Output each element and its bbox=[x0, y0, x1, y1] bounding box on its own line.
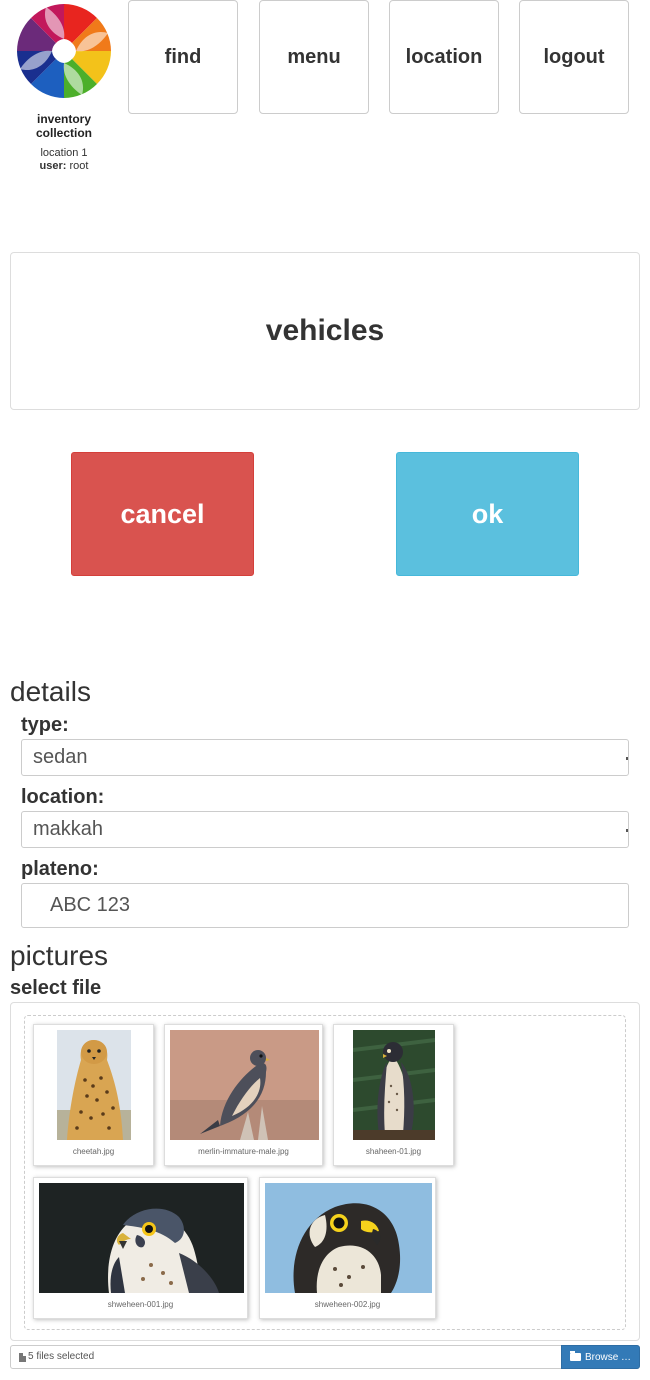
plateno-label: plateno: bbox=[21, 858, 99, 880]
file-thumbnail[interactable]: shweheen-002.jpg bbox=[259, 1177, 436, 1319]
falcon-image bbox=[39, 1183, 244, 1293]
file-thumbnail[interactable]: shaheen-01.jpg bbox=[333, 1024, 454, 1166]
file-icon bbox=[19, 1352, 26, 1362]
file-name: merlin-immature-male.jpg bbox=[198, 1147, 289, 1156]
files-selected-text: 5 files selected bbox=[28, 1351, 95, 1362]
file-drop-zone[interactable]: cheetah.jpg merlin-immature-male.jpg sha… bbox=[24, 1015, 626, 1330]
app-logo-icon bbox=[17, 4, 111, 98]
file-preview-frame: cheetah.jpg merlin-immature-male.jpg sha… bbox=[10, 1002, 640, 1341]
location-button[interactable]: location bbox=[389, 0, 499, 114]
file-name: shaheen-01.jpg bbox=[365, 1147, 422, 1156]
find-button[interactable]: find bbox=[128, 0, 238, 114]
merlin-image bbox=[170, 1030, 319, 1140]
location-label: location: bbox=[21, 786, 105, 808]
logout-button[interactable]: logout bbox=[519, 0, 629, 114]
cheetah-image bbox=[57, 1030, 131, 1140]
pictures-heading: pictures bbox=[10, 940, 109, 971]
plateno-input[interactable]: ABC 123 bbox=[21, 883, 629, 928]
app-title: inventory collection bbox=[35, 112, 92, 140]
user-value: root bbox=[69, 160, 89, 172]
file-name: shweheen-002.jpg bbox=[314, 1300, 381, 1309]
file-thumbnail[interactable]: merlin-immature-male.jpg bbox=[164, 1024, 323, 1166]
type-select[interactable]: sedan bbox=[21, 739, 629, 776]
file-thumbnail[interactable]: shweheen-001.jpg bbox=[33, 1177, 248, 1319]
shaheen-image bbox=[353, 1030, 435, 1140]
type-label: type: bbox=[21, 714, 69, 736]
file-name: shweheen-001.jpg bbox=[107, 1300, 174, 1309]
current-location: location 1 bbox=[40, 147, 88, 159]
file-caption: 5 files selected bbox=[19, 1346, 94, 1368]
browse-button[interactable]: Browse … bbox=[561, 1345, 640, 1369]
user-label: user: bbox=[39, 160, 67, 172]
app-branding: inventory collection location 1 user: ro… bbox=[10, 2, 118, 172]
page-title: vehicles bbox=[10, 252, 640, 410]
details-heading: details bbox=[10, 676, 91, 707]
menu-button[interactable]: menu bbox=[259, 0, 369, 114]
file-thumbnail[interactable]: cheetah.jpg bbox=[33, 1024, 154, 1166]
location-select[interactable]: makkah bbox=[21, 811, 629, 848]
select-file-label: select file bbox=[10, 977, 102, 999]
folder-open-icon bbox=[569, 1351, 581, 1361]
file-name: cheetah.jpg bbox=[72, 1147, 115, 1156]
falcon-image bbox=[265, 1183, 432, 1293]
browse-label: Browse … bbox=[584, 1351, 632, 1363]
ok-button[interactable]: ok bbox=[396, 452, 579, 576]
cancel-button[interactable]: cancel bbox=[71, 452, 254, 576]
current-user: user: root bbox=[10, 160, 118, 172]
file-input-bar[interactable]: 5 files selected Browse … bbox=[10, 1345, 640, 1369]
